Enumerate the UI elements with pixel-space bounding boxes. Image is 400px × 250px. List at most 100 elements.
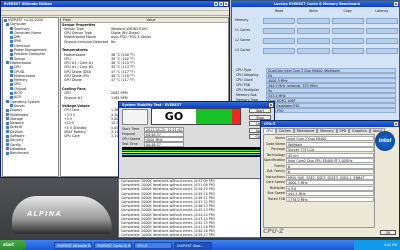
close-icon[interactable] xyxy=(394,2,398,6)
tree-node-icon xyxy=(6,117,9,121)
cpuz-value: 45 nm xyxy=(286,152,374,158)
minimize-icon[interactable] xyxy=(214,2,218,6)
detail-field: GPU Core xyxy=(64,134,80,139)
cpuz-value: 4000.3 MHz xyxy=(286,180,374,185)
stability-log-list[interactable]: Completed: 2000K Iterations without erro… xyxy=(118,178,275,238)
cpuz-row: Instructions MMX, SSE, SSE2, SSE3, SSSE3,… xyxy=(264,174,374,180)
cpuz-label: Code Name xyxy=(265,141,285,146)
stress-options-panel[interactable] xyxy=(122,109,148,125)
stability-button[interactable]: Start xyxy=(249,108,271,113)
tree-node-icon xyxy=(10,35,13,39)
benchmark-column-header: Latency xyxy=(375,9,389,13)
taskbar-button[interactable]: EVEREST Cache & Me... xyxy=(94,241,132,249)
tree-node-icon xyxy=(4,18,7,22)
tree-node-icon xyxy=(6,151,9,155)
quick-launch[interactable] xyxy=(26,240,52,250)
log-line[interactable]: Completed: 2000K Iterations without erro… xyxy=(119,233,274,237)
cpuz-row: Package Socket 775 LGA xyxy=(264,147,374,152)
temperature-graph xyxy=(122,147,272,157)
toolbar[interactable] xyxy=(1,11,229,16)
cpuz-label: Multiplier xyxy=(269,185,285,190)
cpuz-label: Instructions xyxy=(265,174,285,179)
cache-titlebar[interactable]: Lavalys EVEREST Cache & Memory Benchmark xyxy=(232,1,399,7)
benchmark-result-cell xyxy=(365,18,398,24)
tree-node-icon xyxy=(10,70,13,74)
tree-node-icon xyxy=(10,27,13,31)
cpuz-value: 1778.0 MHz xyxy=(286,196,374,202)
field-column-header[interactable]: Field xyxy=(61,18,145,22)
value-column-header[interactable]: Value xyxy=(145,18,229,22)
system-tray: 4:52 PM xyxy=(354,240,400,250)
tree-node-icon xyxy=(6,61,9,65)
status-display: GO xyxy=(151,108,241,125)
cpuz-row: Specification Intel Core2 Duo CPU E8400 @… xyxy=(264,158,374,163)
tree-node-icon xyxy=(10,57,13,61)
taskbar-button[interactable]: CPU-Z xyxy=(134,241,172,249)
close-icon[interactable] xyxy=(269,103,273,107)
ok-button[interactable]: OK xyxy=(380,230,396,235)
cpu-info-value: Asus P5Q xyxy=(266,108,396,113)
tree-node-icon xyxy=(10,65,13,69)
tab-cpu[interactable]: CPU xyxy=(263,128,276,133)
cpuz-value: Wolfdale xyxy=(286,141,374,147)
benchmark-row-label: L1 Cache xyxy=(235,28,251,32)
tree-node-icon xyxy=(6,130,9,134)
tree-node-icon xyxy=(6,100,9,104)
cpuz-row: Ext. Family 6 xyxy=(264,169,374,174)
close-icon[interactable] xyxy=(394,122,398,126)
cpuz-titlebar[interactable]: CPU-Z xyxy=(261,121,399,127)
close-icon[interactable] xyxy=(224,2,228,6)
taskbar-button[interactable]: EVEREST Stab... xyxy=(174,241,212,249)
tree-node-icon xyxy=(6,108,9,112)
benchmark-column-header: Write xyxy=(309,9,318,13)
cpuz-row: Multiplier x 9.0 xyxy=(264,185,374,191)
status-text: GO xyxy=(164,110,184,123)
graph-line-2 xyxy=(122,152,272,153)
benchmark-result-cell xyxy=(331,28,364,34)
clock[interactable]: 4:52 PM xyxy=(384,243,397,247)
maximize-icon[interactable] xyxy=(219,2,223,6)
benchmark-result-cell xyxy=(297,28,330,34)
cpuz-tabs: CPU Caches Mainboard Memory SPD Graphics About xyxy=(263,128,397,133)
tab-memory[interactable]: Memory xyxy=(317,128,337,133)
tab-caches[interactable]: Caches xyxy=(275,128,294,133)
tab-graphics[interactable]: Graphics xyxy=(349,128,370,133)
taskbar-button[interactable]: EVEREST Ultimate Edi... xyxy=(54,241,92,249)
cpuz-row: Rated FSB 1778.0 MHz xyxy=(264,196,374,202)
cpuz-label: Family xyxy=(274,163,285,168)
benchmark-column-headers: Read Write Copy Latency xyxy=(232,9,399,14)
test-info-fields: Start Time 2011-05-22, 12:21:42 Elapsed 00:… xyxy=(122,127,222,147)
column-header-spacer xyxy=(232,9,262,14)
cpuz-window: CPU-Z CPU Caches Mainboard Memory SPD Graphic… xyxy=(260,120,400,238)
navigation-tree[interactable]: EVEREST v4.50.1000 Computer Summary Compute… xyxy=(2,17,59,177)
tree-node-icon xyxy=(6,134,9,138)
tree-node-icon xyxy=(10,52,13,56)
cpuz-label: Core Speed xyxy=(265,180,285,184)
benchmark-row: Memory xyxy=(232,18,399,24)
cpuz-label: Rated FSB xyxy=(268,196,285,201)
benchmark-result-cell xyxy=(331,38,364,44)
cpuz-row: Family 6 xyxy=(264,163,374,169)
tree-node-icon xyxy=(6,121,9,125)
benchmark-result-cell xyxy=(297,38,330,44)
start-button[interactable]: start xyxy=(0,240,26,250)
benchmark-result-cell xyxy=(263,28,296,34)
tree-node-icon xyxy=(10,104,13,108)
tree-node-icon xyxy=(10,91,13,95)
benchmark-row-label: L3 Cache xyxy=(235,48,251,52)
tree-node-icon xyxy=(6,143,9,147)
benchmark-result-cell xyxy=(263,38,296,44)
taskbar: start EVEREST Ultimate Edi...EVEREST Cac… xyxy=(0,240,400,250)
benchmark-result-cell xyxy=(297,48,330,54)
tree-node-icon xyxy=(6,22,9,26)
tab-spd[interactable]: SPD xyxy=(336,128,350,133)
tab-mainboard[interactable]: Mainboard xyxy=(293,128,318,133)
tree-node-icon xyxy=(6,138,9,142)
cpuz-row: Bus Speed 444.5 MHz xyxy=(264,191,374,196)
graph-line-3 xyxy=(122,154,272,155)
tree-item[interactable]: Benchmark xyxy=(3,151,58,155)
stability-button[interactable]: Stop xyxy=(249,114,271,120)
cpuz-value: 444.5 MHz xyxy=(286,191,374,196)
cpuz-value: Intel Core 2 Duo E8400 xyxy=(286,136,374,141)
tree-node-icon xyxy=(10,74,13,78)
